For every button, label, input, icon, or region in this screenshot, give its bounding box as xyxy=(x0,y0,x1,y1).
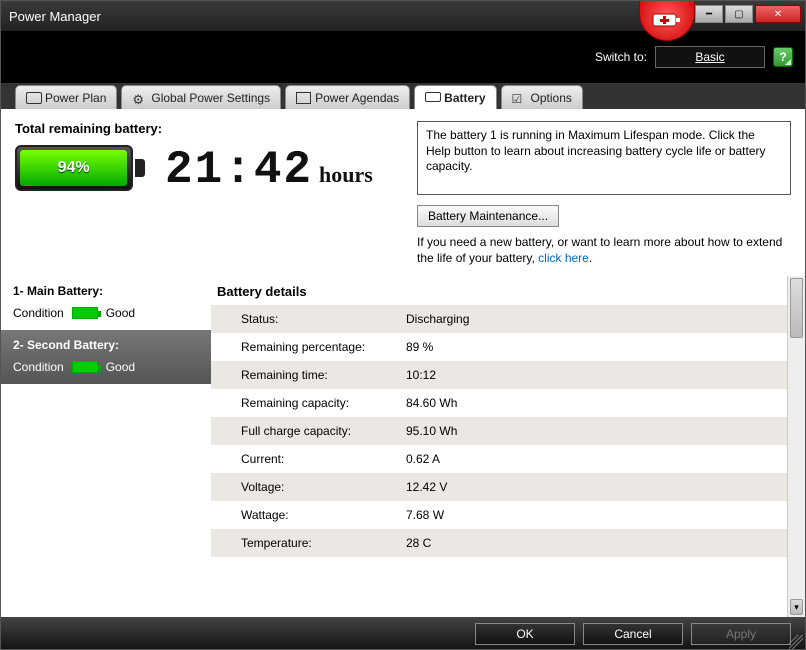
tab-power-agendas[interactable]: Power Agendas xyxy=(285,85,410,109)
table-row: Full charge capacity:95.10 Wh xyxy=(211,417,787,445)
overview-left: Total remaining battery: 94% 21:42hours xyxy=(15,121,405,266)
app-window: Power Manager ━ ▢ ✕ Switch to: Basic ? P… xyxy=(0,0,806,650)
scrollbar-thumb[interactable] xyxy=(790,278,803,338)
battery-details: Battery details Status:Discharging Remai… xyxy=(211,276,805,617)
details-table: Status:Discharging Remaining percentage:… xyxy=(211,305,787,557)
switch-basic-button[interactable]: Basic xyxy=(655,46,765,68)
tab-battery[interactable]: Battery xyxy=(414,85,496,109)
scrollbar-down-arrow[interactable]: ▾ xyxy=(790,599,803,615)
battery-plus-icon xyxy=(652,10,682,30)
tabs: Power Plan ⚙Global Power Settings Power … xyxy=(1,83,805,109)
lower-panel: 1- Main Battery: Condition Good 2- Secon… xyxy=(1,276,805,617)
close-button[interactable]: ✕ xyxy=(755,5,801,23)
click-here-link[interactable]: click here xyxy=(538,251,589,265)
table-row: Status:Discharging xyxy=(211,305,787,333)
remaining-time-display: 21:42hours xyxy=(165,144,373,196)
battery-item-2[interactable]: 2- Second Battery: Condition Good xyxy=(1,330,211,384)
battery-list: 1- Main Battery: Condition Good 2- Secon… xyxy=(1,276,211,617)
overview-panel: Total remaining battery: 94% 21:42hours … xyxy=(1,109,805,270)
overview-right: The battery 1 is running in Maximum Life… xyxy=(417,121,791,266)
table-row: Remaining percentage:89 % xyxy=(211,333,787,361)
resize-grip[interactable] xyxy=(789,635,803,649)
main-content: Total remaining battery: 94% 21:42hours … xyxy=(1,109,805,617)
check-icon: ☑ xyxy=(512,92,526,104)
table-row: Remaining capacity:84.60 Wh xyxy=(211,389,787,417)
tab-options[interactable]: ☑Options xyxy=(501,85,583,109)
battery-icon xyxy=(425,92,439,104)
battery-good-icon xyxy=(72,361,98,373)
table-row: Remaining time:10:12 xyxy=(211,361,787,389)
battery-item-1[interactable]: 1- Main Battery: Condition Good xyxy=(1,276,211,330)
table-row: Current:0.62 A xyxy=(211,445,787,473)
battery-hint: If you need a new battery, or want to le… xyxy=(417,235,791,266)
details-heading: Battery details xyxy=(211,276,787,305)
window-title: Power Manager xyxy=(9,9,101,24)
gear-icon: ⚙ xyxy=(132,92,146,104)
minimize-button[interactable]: ━ xyxy=(695,5,723,23)
header-strip: Switch to: Basic ? xyxy=(1,31,805,83)
switch-to-label: Switch to: xyxy=(595,50,647,64)
window-controls: ━ ▢ ✕ xyxy=(695,5,801,23)
battery-maintenance-button[interactable]: Battery Maintenance... xyxy=(417,205,559,227)
total-remaining-label: Total remaining battery: xyxy=(15,121,405,136)
help-button[interactable]: ? xyxy=(773,47,793,67)
ok-button[interactable]: OK xyxy=(475,623,575,645)
agenda-icon xyxy=(296,92,310,104)
tab-global-settings[interactable]: ⚙Global Power Settings xyxy=(121,85,281,109)
apply-button: Apply xyxy=(691,623,791,645)
tab-power-plan[interactable]: Power Plan xyxy=(15,85,117,109)
battery-info-message: The battery 1 is running in Maximum Life… xyxy=(417,121,791,195)
maximize-button[interactable]: ▢ xyxy=(725,5,753,23)
battery-percent: 94% xyxy=(20,150,127,186)
footer: OK Cancel Apply xyxy=(1,617,805,650)
battery-good-icon xyxy=(72,307,98,319)
cancel-button[interactable]: Cancel xyxy=(583,623,683,645)
table-row: Temperature:28 C xyxy=(211,529,787,557)
table-row: Voltage:12.42 V xyxy=(211,473,787,501)
plan-icon xyxy=(26,92,40,104)
table-row: Wattage:7.68 W xyxy=(211,501,787,529)
scrollbar[interactable]: ▾ xyxy=(787,276,805,617)
battery-graphic: 94% xyxy=(15,145,145,195)
